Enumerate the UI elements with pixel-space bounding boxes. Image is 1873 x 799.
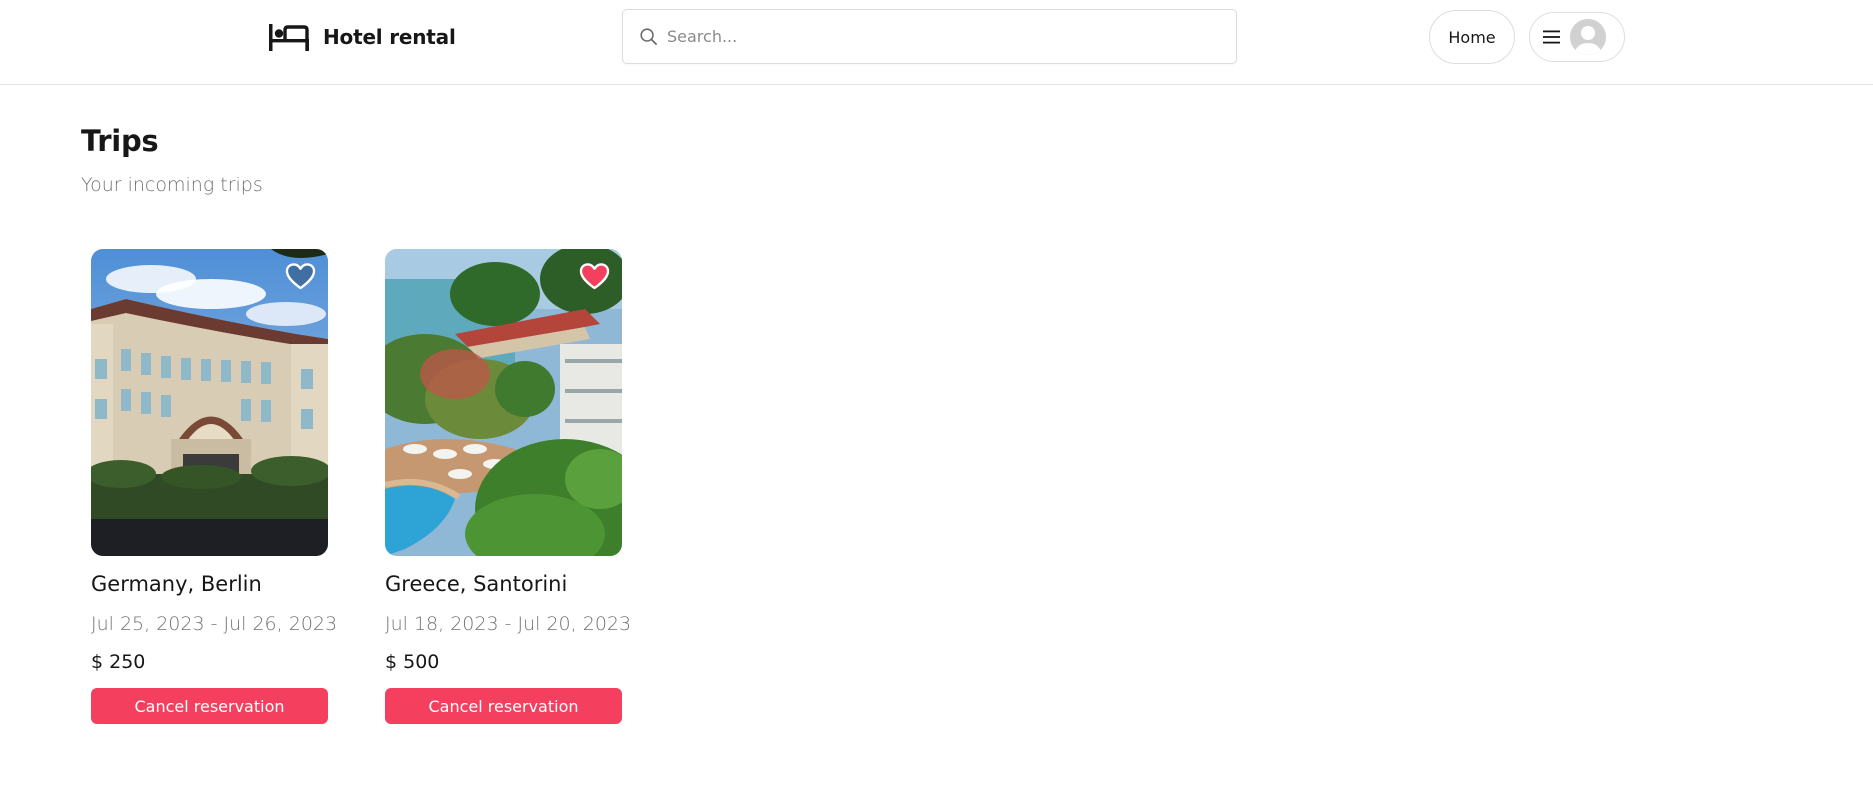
favorite-button[interactable] [579, 262, 610, 291]
brand-logo[interactable]: Hotel rental [268, 22, 456, 52]
trip-price: $ 500 [385, 651, 440, 673]
trip-card[interactable]: Greece, Santorini Jul 18, 2023 - Jul 20,… [385, 249, 632, 724]
hotel-photo-santorini [385, 249, 622, 556]
user-avatar-icon [1570, 19, 1606, 55]
search-icon [640, 28, 657, 45]
trip-card[interactable]: Germany, Berlin Jul 25, 2023 - Jul 26, 2… [91, 249, 338, 724]
trip-price: $ 250 [91, 651, 146, 673]
trip-image[interactable] [385, 249, 622, 556]
hamburger-icon [1543, 30, 1560, 44]
heart-filled-icon [579, 263, 610, 290]
page-subtitle: Your incoming trips [81, 174, 263, 196]
cancel-reservation-button[interactable]: Cancel reservation [91, 688, 328, 724]
hotel-photo-berlin [91, 249, 328, 556]
avatar [1570, 19, 1606, 55]
user-menu-button[interactable] [1529, 12, 1625, 62]
trip-location: Greece, Santorini [385, 572, 568, 596]
trip-location: Germany, Berlin [91, 572, 262, 596]
trip-image[interactable] [91, 249, 328, 556]
trip-dates: Jul 25, 2023 - Jul 26, 2023 [91, 613, 338, 635]
search-bar[interactable] [622, 9, 1237, 64]
navbar: Hotel rental Home [0, 0, 1873, 85]
brand-text: Hotel rental [323, 25, 456, 49]
trip-dates: Jul 18, 2023 - Jul 20, 2023 [385, 613, 632, 635]
page-title: Trips [81, 124, 159, 158]
bed-icon [269, 24, 309, 51]
cancel-reservation-button[interactable]: Cancel reservation [385, 688, 622, 724]
heart-outline-icon [285, 263, 316, 290]
home-button[interactable]: Home [1429, 10, 1515, 64]
favorite-button[interactable] [285, 262, 316, 291]
search-input[interactable] [667, 27, 1227, 46]
